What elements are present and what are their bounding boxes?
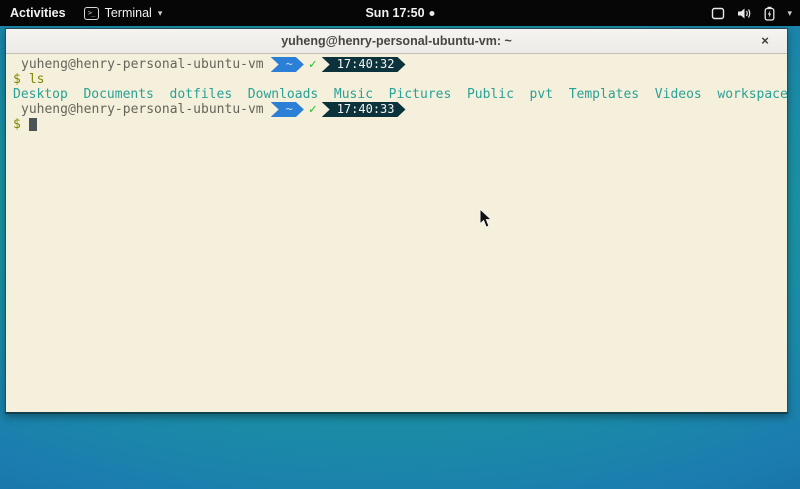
terminal-window: yuheng@henry-personal-ubuntu-vm: ~ × yuh… bbox=[5, 28, 788, 414]
chevron-down-icon: ▾ bbox=[158, 8, 163, 19]
prompt-time-segment: 17:40:33 bbox=[322, 102, 406, 117]
prompt-symbol: $ bbox=[13, 117, 21, 132]
close-button[interactable]: × bbox=[757, 33, 773, 49]
window-title: yuheng@henry-personal-ubuntu-vm: ~ bbox=[281, 34, 512, 48]
terminal-icon: >_ bbox=[84, 7, 99, 20]
clock-label: Sun 17:50 bbox=[365, 6, 424, 20]
prompt-line-1: yuheng@henry-personal-ubuntu-vm ~ ✓ 17:4… bbox=[13, 57, 787, 72]
mouse-cursor-icon bbox=[479, 208, 493, 229]
terminal-screen[interactable]: yuheng@henry-personal-ubuntu-vm ~ ✓ 17:4… bbox=[6, 54, 787, 412]
input-line[interactable]: $ bbox=[13, 117, 787, 132]
clock-button[interactable]: Sun 17:50 bbox=[365, 6, 434, 20]
app-menu-label: Terminal bbox=[105, 6, 152, 20]
prompt-line-2: yuheng@henry-personal-ubuntu-vm ~ ✓ 17:4… bbox=[13, 102, 787, 117]
prompt-user-host: yuheng@henry-personal-ubuntu-vm bbox=[13, 102, 264, 117]
prompt-status-check-icon: ✓ bbox=[309, 102, 317, 117]
top-bar: Activities >_ Terminal ▾ Sun 17:50 bbox=[0, 0, 800, 26]
prompt-cwd-segment: ~ bbox=[271, 57, 304, 72]
terminal-cursor bbox=[29, 118, 37, 131]
notification-dot-icon bbox=[430, 11, 435, 16]
volume-icon bbox=[737, 7, 752, 20]
battery-charging-icon bbox=[764, 6, 775, 21]
ls-output-line: Desktop Documents dotfiles Downloads Mus… bbox=[13, 87, 787, 102]
typed-command: ls bbox=[29, 72, 45, 87]
display-icon bbox=[711, 7, 725, 20]
system-status-menu[interactable]: ▾ bbox=[711, 6, 792, 21]
desktop: Activities >_ Terminal ▾ Sun 17:50 bbox=[0, 0, 800, 489]
prompt-cwd-segment: ~ bbox=[271, 102, 304, 117]
activities-button[interactable]: Activities bbox=[10, 6, 66, 20]
app-menu-button[interactable]: >_ Terminal ▾ bbox=[84, 6, 163, 20]
top-bar-left: Activities >_ Terminal ▾ bbox=[0, 6, 162, 20]
chevron-down-icon: ▾ bbox=[787, 8, 792, 19]
prompt-user-host: yuheng@henry-personal-ubuntu-vm bbox=[13, 57, 264, 72]
prompt-time-segment: 17:40:32 bbox=[322, 57, 406, 72]
window-title-bar[interactable]: yuheng@henry-personal-ubuntu-vm: ~ × bbox=[6, 29, 787, 54]
prompt-symbol: $ bbox=[13, 72, 21, 87]
command-line: $ ls bbox=[13, 72, 787, 87]
prompt-status-check-icon: ✓ bbox=[309, 57, 317, 72]
